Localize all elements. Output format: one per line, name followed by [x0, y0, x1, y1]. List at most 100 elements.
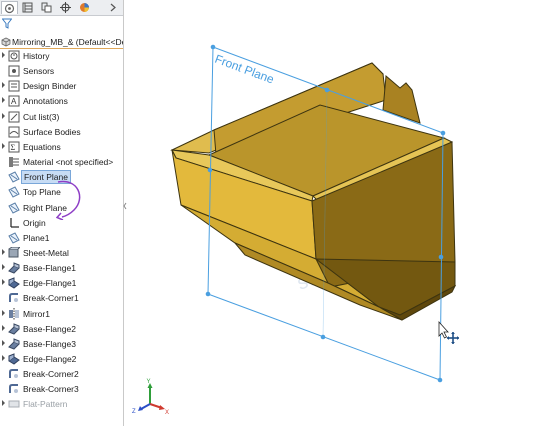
- svg-text:Σ: Σ: [11, 143, 16, 152]
- property-icon: [22, 2, 33, 13]
- tabs-more-button[interactable]: [104, 1, 121, 14]
- tree-item-flat-pattern[interactable]: Flat-Pattern: [0, 397, 123, 411]
- tree-item-design-binder[interactable]: Design Binder: [0, 79, 123, 93]
- tree-item-base-flange2[interactable]: Base-Flange2: [0, 322, 123, 336]
- property-manager-tab[interactable]: [19, 1, 36, 14]
- base-flange-icon: [8, 322, 20, 335]
- sheet-metal-icon: [8, 246, 20, 258]
- plane-icon: [8, 171, 20, 183]
- break-corner-icon: [9, 384, 18, 394]
- chevron-right-icon: [110, 3, 116, 12]
- feature-manager-tab[interactable]: [1, 1, 18, 14]
- origin-icon: [10, 217, 19, 228]
- tree-item-history[interactable]: History: [0, 49, 123, 63]
- tree-item-sensors[interactable]: Sensors: [0, 64, 123, 78]
- plane-handle[interactable]: [205, 291, 211, 297]
- flat-pattern-icon: [8, 400, 20, 408]
- part-icon: [1, 37, 11, 47]
- tree-item-break-corner1[interactable]: Break-Corner1: [0, 291, 123, 305]
- tree-item-edge-flange1[interactable]: Edge-Flange1: [0, 276, 123, 290]
- tree-item-cut-list-3[interactable]: Cut list(3): [0, 110, 123, 124]
- plane-handle[interactable]: [438, 254, 444, 260]
- tree-item-label: Base-Flange2: [23, 323, 76, 334]
- expand-arrow-icon[interactable]: [2, 248, 5, 255]
- plane-handle[interactable]: [320, 334, 326, 340]
- expand-arrow-icon[interactable]: [2, 309, 5, 316]
- tree-item-label: Equations: [23, 141, 61, 152]
- tree-item-label: Annotations: [23, 96, 68, 107]
- tree-item-label: Design Binder: [23, 81, 77, 92]
- tree-item-annotations[interactable]: A Annotations: [0, 94, 123, 108]
- tree-item-label: History: [23, 51, 50, 61]
- tree-item-label: Sheet-Metal: [23, 247, 69, 258]
- expand-arrow-icon[interactable]: [2, 279, 5, 286]
- expand-arrow-icon[interactable]: [2, 82, 5, 89]
- svg-text:A: A: [11, 97, 17, 106]
- curved-arrow-annotation: [56, 180, 81, 220]
- feature-manager-panel: Mirroring_MB_& (Default<<De History Senso…: [0, 0, 124, 426]
- plane-icon: [8, 186, 20, 199]
- tree-root-part[interactable]: Mirroring_MB_& (Default<<De: [0, 36, 123, 49]
- plane-icon: [8, 232, 20, 244]
- tree-item-label: Flat-Pattern: [23, 399, 68, 410]
- edge-flange-icon: [8, 277, 20, 289]
- tree-item-label: Origin: [23, 217, 46, 228]
- tree-item-label: Base-Flange3: [23, 338, 76, 349]
- tree-item-break-corner3[interactable]: Break-Corner3: [0, 382, 123, 396]
- display-manager-tab[interactable]: [76, 1, 93, 14]
- sensors-icon: [8, 65, 20, 77]
- expand-arrow-icon[interactable]: [2, 355, 5, 361]
- reference-triad: Y X Z: [132, 379, 169, 416]
- tree-item-label: Break-Corner3: [23, 384, 79, 395]
- break-corner-icon: [9, 369, 18, 379]
- tree-item-material-not-specified[interactable]: Material <not specified>: [0, 155, 123, 169]
- tree-item-label: Base-Flange1: [23, 263, 76, 274]
- filter-button[interactable]: [1, 18, 13, 30]
- axis-z-label: Z: [132, 409, 136, 415]
- plane-handle[interactable]: [210, 44, 216, 50]
- design-binder-icon: [8, 80, 20, 92]
- graphics-area[interactable]: sw.ioysoun.cn: [124, 0, 560, 426]
- plane-handle[interactable]: [324, 87, 330, 93]
- mirror-icon: [9, 307, 19, 320]
- tree-item-base-flange1[interactable]: Base-Flange1: [0, 261, 123, 275]
- plane-handle[interactable]: [440, 130, 446, 136]
- tree-item-label: Surface Bodies: [23, 126, 81, 137]
- configuration-manager-tab[interactable]: [38, 1, 55, 14]
- tree-item-edge-flange2[interactable]: Edge-Flange2: [0, 352, 123, 366]
- configuration-icon: [41, 2, 52, 13]
- tree-item-label: Edge-Flange1: [23, 278, 77, 289]
- expand-arrow-icon[interactable]: [2, 324, 5, 331]
- tree-item-break-corner2[interactable]: Break-Corner2: [0, 367, 123, 381]
- tree-item-label: Break-Corner1: [23, 293, 79, 304]
- surface-bodies-icon: [8, 126, 20, 138]
- tree-item-equations[interactable]: Σ Equations: [0, 140, 123, 154]
- break-corner-icon: [9, 293, 18, 303]
- axis-y-label: Y: [147, 379, 151, 385]
- expand-arrow-icon[interactable]: [2, 400, 5, 407]
- expand-arrow-icon[interactable]: [2, 142, 5, 149]
- expand-arrow-icon[interactable]: [2, 264, 5, 271]
- feature-tree-icon: [4, 3, 15, 13]
- dimxpert-tab[interactable]: [57, 1, 74, 14]
- tree-item-base-flange3[interactable]: Base-Flange3: [0, 337, 123, 351]
- tree-root-label: Mirroring_MB_& (Default<<De: [12, 37, 124, 47]
- tree-item-label: Cut list(3): [23, 111, 60, 122]
- annotations-icon: A: [8, 95, 20, 107]
- plane-handle[interactable]: [207, 167, 213, 173]
- expand-arrow-icon[interactable]: [2, 339, 5, 346]
- sheet-metal-part[interactable]: [170, 62, 457, 321]
- plane-handle[interactable]: [437, 377, 443, 383]
- expand-arrow-icon[interactable]: [2, 97, 5, 104]
- tree-item-surface-bodies[interactable]: Surface Bodies: [0, 125, 123, 139]
- plane-icon: [8, 201, 20, 214]
- expand-arrow-icon[interactable]: [2, 112, 5, 119]
- base-flange-icon: [8, 338, 20, 350]
- base-flange-icon: [8, 262, 20, 274]
- expand-arrow-icon[interactable]: [2, 52, 5, 58]
- tree-item-mirror1[interactable]: Mirror1: [0, 307, 123, 321]
- tree-item-sheet-metal[interactable]: Sheet-Metal: [0, 246, 123, 260]
- tree-item-label: Material <not specified>: [23, 157, 114, 168]
- tree-item-label: Edge-Flange2: [23, 354, 77, 364]
- tree-item-plane1[interactable]: Plane1: [0, 231, 123, 245]
